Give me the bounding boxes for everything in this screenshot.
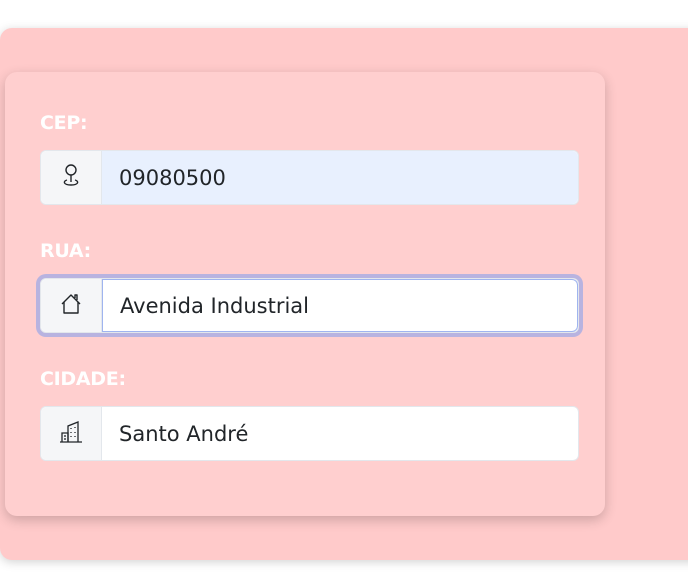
address-form-card: CEP: RUA: CIDADE xyxy=(5,72,605,516)
cidade-addon xyxy=(41,407,102,460)
cep-input[interactable] xyxy=(102,151,578,204)
cep-label: CEP: xyxy=(40,112,88,134)
house-icon xyxy=(59,292,83,320)
cidade-input[interactable] xyxy=(102,407,578,460)
rua-label: RUA: xyxy=(40,240,91,262)
cidade-label: CIDADE: xyxy=(40,368,126,390)
buildings-icon xyxy=(58,420,84,448)
rua-input-group xyxy=(40,278,579,333)
cidade-input-group xyxy=(40,406,579,461)
cep-input-group xyxy=(40,150,579,205)
rua-input[interactable] xyxy=(102,279,578,332)
rua-addon xyxy=(41,279,102,332)
map-pin-icon xyxy=(60,163,82,193)
cep-addon xyxy=(41,151,102,204)
